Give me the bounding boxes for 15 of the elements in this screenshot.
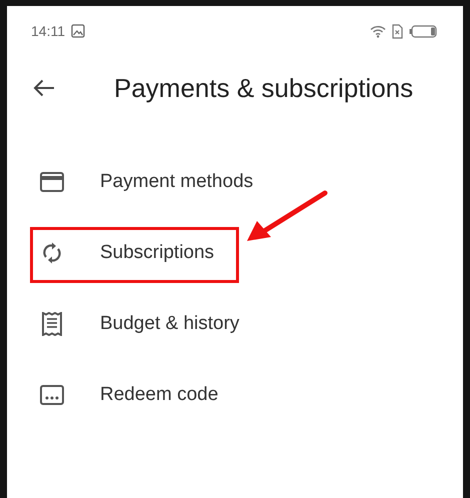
receipt-icon (40, 312, 64, 336)
dotted-card-icon (40, 384, 64, 404)
page-title: Payments & subscriptions (114, 72, 414, 104)
sync-icon (40, 240, 64, 264)
status-time: 14:11 (31, 23, 65, 39)
back-arrow-icon[interactable] (33, 79, 55, 97)
credit-card-icon (40, 172, 64, 192)
wifi-icon (370, 24, 386, 38)
image-icon (71, 24, 85, 38)
menu-item[interactable]: Redeem code (7, 359, 463, 430)
battery-icon (409, 24, 437, 38)
menu-item[interactable]: Budget & history (7, 288, 463, 359)
menu-item[interactable]: Payment methods (7, 146, 463, 217)
menu-item[interactable]: Subscriptions (7, 217, 463, 288)
sim-card-icon (392, 24, 403, 38)
